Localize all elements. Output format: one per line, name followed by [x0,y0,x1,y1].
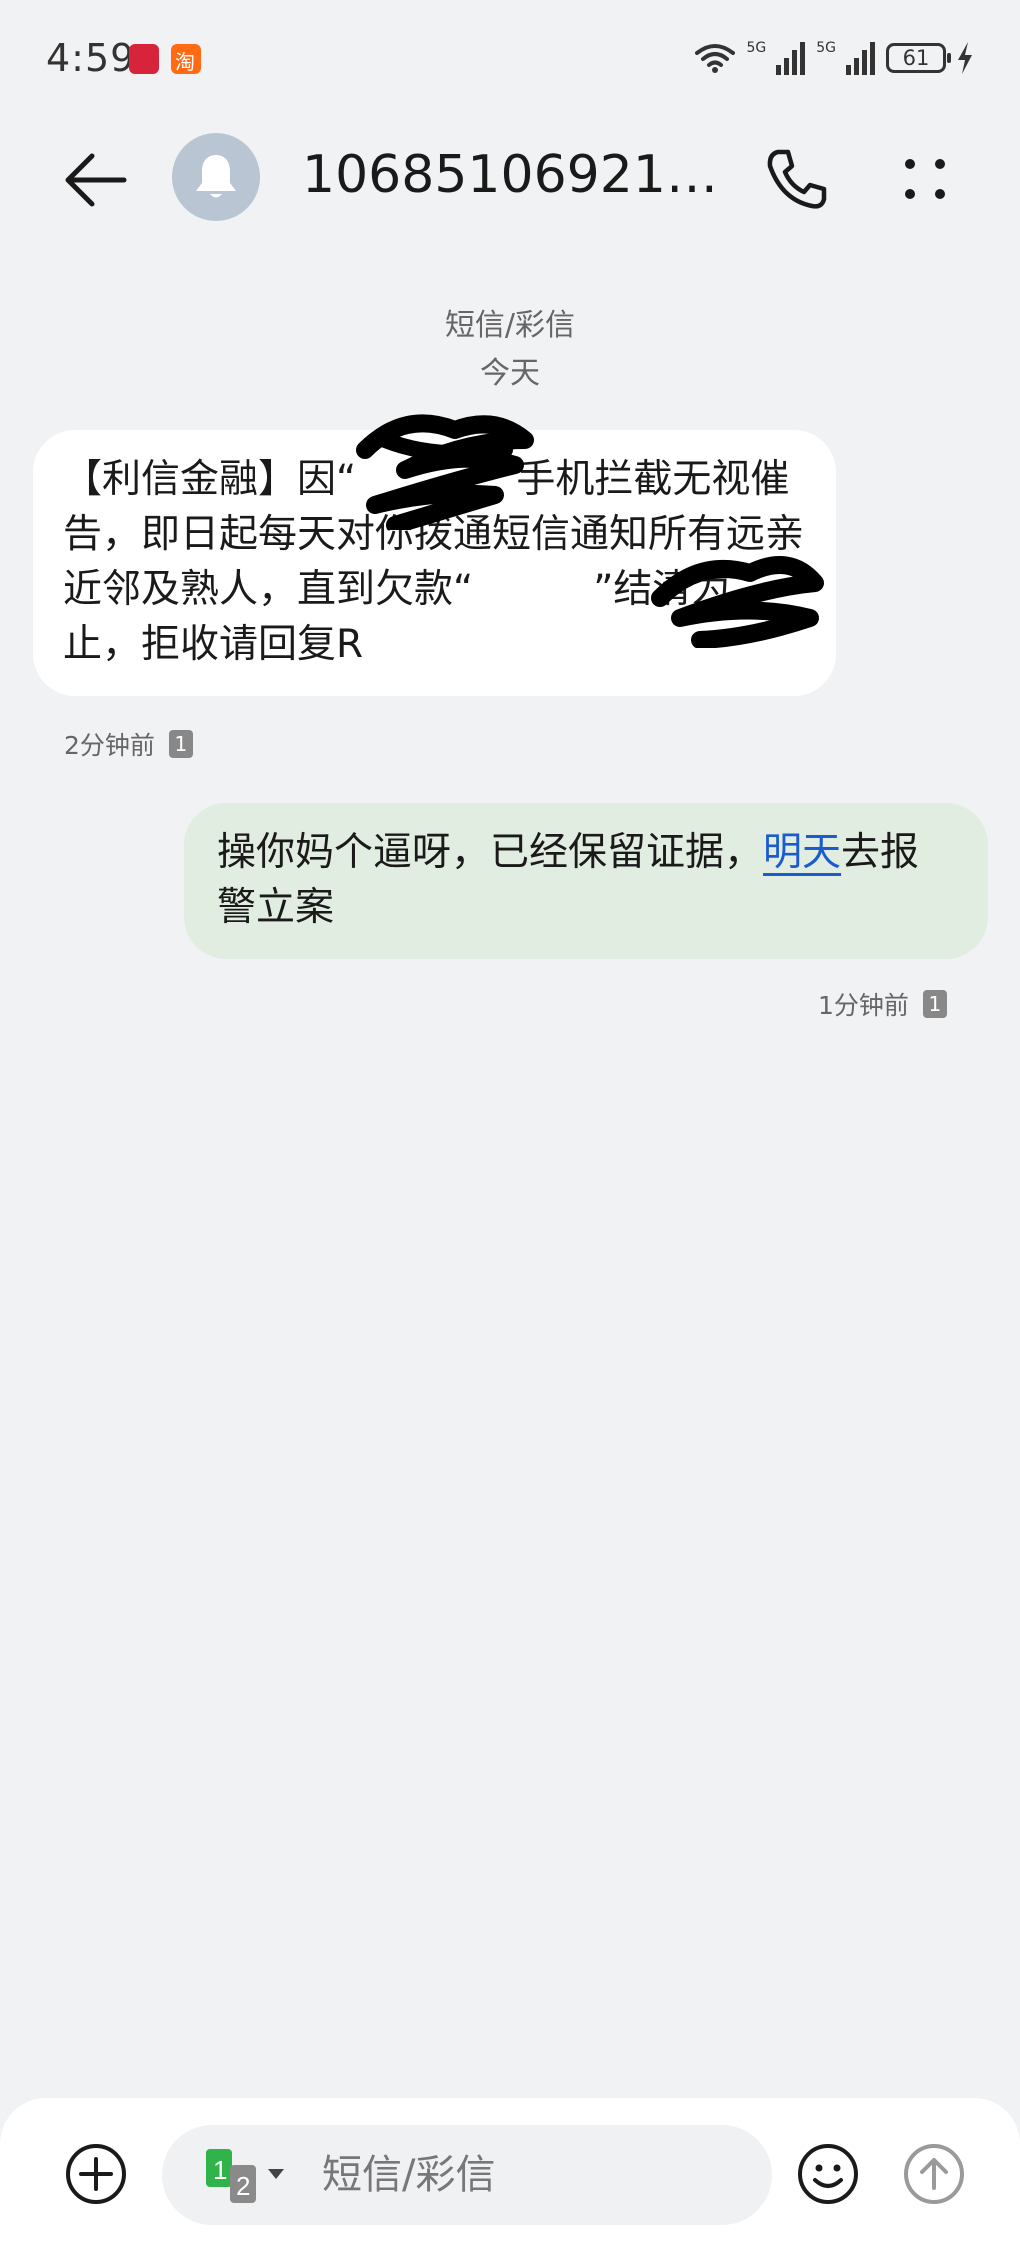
sim-badge: 1 [168,730,193,758]
chevron-down-icon [268,2169,284,2179]
add-circle-icon [66,2144,126,2204]
back-button[interactable] [62,146,130,214]
phone-icon [767,149,827,209]
wifi-icon [695,44,736,73]
emoji-icon [798,2144,858,2204]
channel-label: 短信/彩信 [444,308,576,343]
more-options-button[interactable] [890,144,960,214]
sim-selector[interactable]: 1 2 [206,2149,290,2205]
sim-primary-label: 1 [213,2155,227,2185]
message-input[interactable] [322,2125,752,2225]
status-time: 4:59 [46,36,136,80]
status-indicators: 5G 5G 61 [694,38,974,78]
sim-secondary-label: 2 [236,2171,250,2201]
date-label: 今天 [480,356,540,391]
add-attachment-button[interactable] [64,2142,128,2206]
contact-avatar[interactable] [172,133,260,221]
date-link[interactable]: 明天 [763,830,841,875]
signal-2-label: 5G [816,40,836,56]
message-input-container: 1 2 [162,2125,772,2225]
contact-name[interactable]: 106851069212... [302,145,732,205]
call-button[interactable] [762,144,832,214]
back-arrow-icon [65,153,127,207]
send-button[interactable] [902,2142,966,2206]
dual-sim-icon: 1 2 [206,2149,284,2203]
message-text: 操你妈个逼呀，已经保留证据， [217,830,764,875]
incoming-message-bubble[interactable]: 【利信金融】因“ ”手机拦截无视催告，即日起每天对你拨通短信通知所有远亲近邻及熟人… [33,430,836,696]
signal-icon [846,42,875,75]
conversation-header: 106851069212... [0,120,1020,240]
message-text: 【利信金融】因“ [63,457,357,502]
app-notification-icon [129,44,159,74]
charging-bolt-icon [958,42,972,74]
composer-bar: 1 2 [0,2098,1020,2250]
emoji-button[interactable] [796,2142,860,2206]
incoming-message-meta: 2分钟前 1 [64,726,193,762]
battery-indicator: 61 [886,43,951,73]
sim-badge: 1 [922,990,947,1018]
message-time: 2分钟前 [64,731,155,760]
status-bar: 4:59 淘 5G 5G 61 [0,0,1020,120]
message-time: 1分钟前 [818,991,909,1020]
send-arrow-icon [904,2144,964,2204]
signal-icon [776,42,806,75]
more-vertical-icon [905,159,945,199]
sms-conversation-screen: 4:59 淘 5G 5G 61 106851069212... 短信/彩信 今天… [0,0,1020,2250]
signal-1-label: 5G [746,40,767,56]
outgoing-message-bubble[interactable]: 操你妈个逼呀，已经保留证据，明天去报警立案 [184,803,988,959]
bell-icon [196,155,236,198]
outgoing-message-meta: 1分钟前 1 [818,986,947,1022]
taobao-notification-icon: 淘 [171,44,201,74]
